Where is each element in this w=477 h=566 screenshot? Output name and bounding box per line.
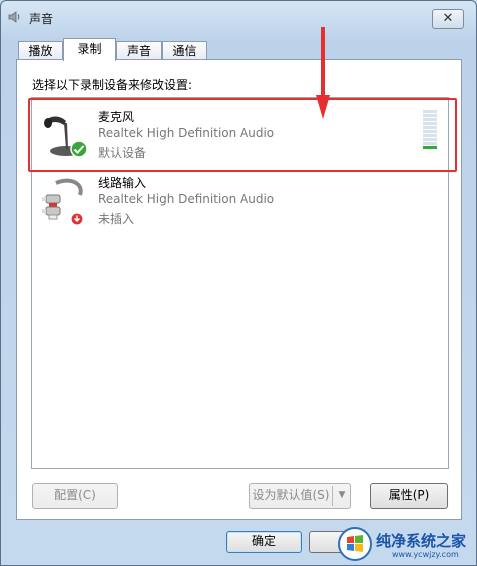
- set-default-label: 设为默认值(S): [252, 488, 330, 502]
- set-default-button[interactable]: 设为默认值(S) ▼: [249, 483, 351, 509]
- properties-button[interactable]: 属性(P): [370, 483, 448, 509]
- level-segment: [423, 110, 437, 113]
- speaker-icon: [8, 11, 20, 23]
- device-status: 默认设备: [98, 146, 147, 160]
- window-title: 声音: [29, 12, 54, 26]
- watermark-name: 纯净系统之家: [376, 532, 467, 550]
- configure-button[interactable]: 配置(C): [32, 483, 118, 509]
- default-check-icon: [70, 140, 88, 158]
- tab-panel: 选择以下录制设备来修改设置: 麦克风 Realtek High Definiti…: [16, 59, 462, 520]
- level-segment: [423, 130, 437, 133]
- title-bar[interactable]: 声音 ✕: [1, 1, 476, 35]
- line-in-jack-icon: [42, 178, 83, 220]
- level-segment: [423, 138, 437, 141]
- sound-dialog: 声音 ✕ 播放 录制 声音 通信 选择以下录制设备来修改设置: 麦克风 Real…: [0, 0, 477, 566]
- level-segment: [423, 114, 437, 117]
- level-segment: [423, 142, 437, 145]
- close-icon: ✕: [442, 11, 454, 26]
- chevron-down-icon[interactable]: ▼: [334, 484, 350, 506]
- tab-sounds[interactable]: 声音: [116, 41, 162, 60]
- instruction-text: 选择以下录制设备来修改设置:: [32, 78, 193, 92]
- unplugged-icon: [70, 212, 84, 226]
- level-segment: [423, 122, 437, 125]
- device-list: 麦克风 Realtek High Definition Audio 默认设备 线…: [31, 97, 449, 469]
- ok-button[interactable]: 确定: [226, 531, 302, 553]
- watermark-url: www.ycwjzy.com: [392, 550, 459, 559]
- watermark: 纯净系统之家 www.ycwjzy.com: [336, 523, 476, 565]
- level-segment: [423, 134, 437, 137]
- split-divider: [332, 486, 333, 506]
- device-driver: Realtek High Definition Audio: [98, 192, 275, 206]
- device-microphone[interactable]: 麦克风 Realtek High Definition Audio 默认设备: [34, 102, 444, 164]
- device-driver: Realtek High Definition Audio: [98, 126, 275, 140]
- tab-playback[interactable]: 播放: [18, 41, 63, 60]
- level-segment: [423, 118, 437, 121]
- device-line-in[interactable]: 线路输入 Realtek High Definition Audio 未插入: [34, 168, 444, 230]
- level-segment: [423, 126, 437, 129]
- device-name: 麦克风: [98, 110, 135, 124]
- device-status: 未插入: [98, 212, 135, 226]
- close-button[interactable]: ✕: [432, 9, 464, 29]
- windows-logo-icon: [338, 527, 372, 561]
- tab-recording[interactable]: 录制: [63, 38, 116, 61]
- level-meter: [423, 110, 437, 152]
- tab-communications[interactable]: 通信: [162, 41, 207, 60]
- level-segment: [423, 146, 437, 149]
- device-name: 线路输入: [98, 176, 147, 190]
